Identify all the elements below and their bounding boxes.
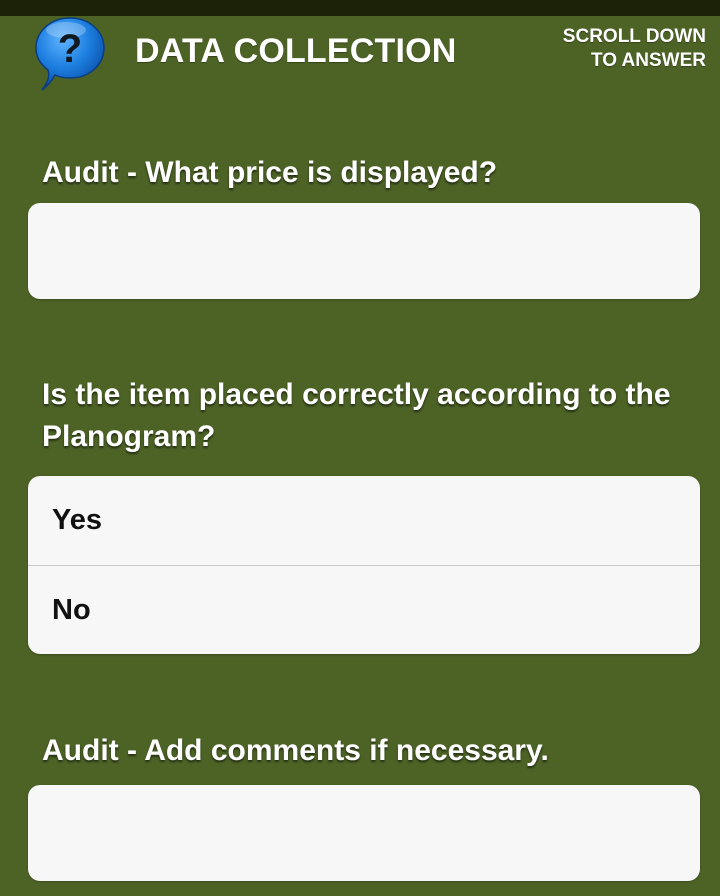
top-strip	[0, 0, 720, 16]
price-input[interactable]	[28, 203, 700, 299]
scroll-hint: SCROLL DOWN TO ANSWER	[486, 25, 706, 73]
question-mark-glyph: ?	[58, 27, 82, 71]
question-planogram-label: Is the item placed correctly according t…	[42, 378, 671, 453]
question-bubble-icon-graphic: ?	[35, 17, 105, 91]
option-no[interactable]: No	[28, 566, 700, 654]
header: ? DATA COLLECTION SCROLL DOWN TO ANSWER	[0, 16, 720, 92]
scroll-hint-line1: SCROLL DOWN	[562, 26, 706, 47]
question-price-label: Audit - What price is displayed?	[42, 156, 498, 189]
comments-input[interactable]	[28, 785, 700, 881]
page-title: DATA COLLECTION	[135, 32, 457, 70]
scroll-hint-line2: TO ANSWER	[590, 50, 706, 71]
planogram-options: Yes No	[28, 476, 700, 654]
question-comments-label: Audit - Add comments if necessary.	[42, 734, 549, 767]
question-bubble-icon[interactable]: ?	[34, 16, 106, 92]
option-yes[interactable]: Yes	[28, 476, 700, 565]
